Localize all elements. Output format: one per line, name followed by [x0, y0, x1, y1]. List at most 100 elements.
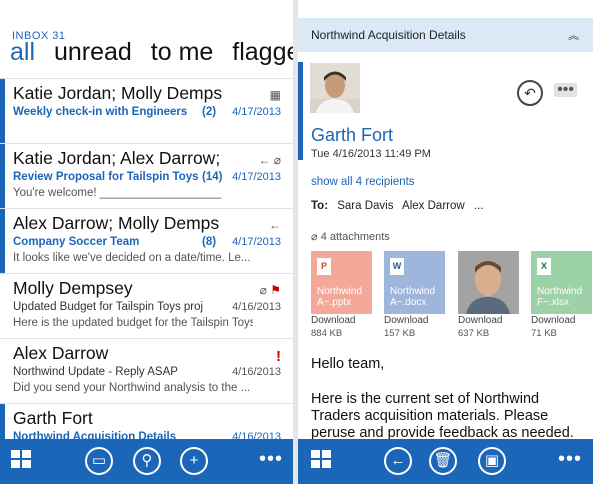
download-link[interactable]: Download — [311, 315, 372, 326]
attachment-size: 884 KB — [311, 328, 343, 339]
download-link[interactable]: Download — [531, 315, 592, 326]
attachment-size: 71 KB — [531, 328, 557, 339]
message-from: Katie Jordan; Molly Demps — [13, 83, 223, 103]
sent-date: Tue 4/16/2013 11:49 PM — [311, 148, 431, 160]
body-paragraph: Here is the current set of Northwind Tra… — [311, 391, 574, 441]
reply-icon: ↶ — [524, 85, 536, 101]
message-date: 4/17/2013 — [232, 171, 281, 183]
high-importance-icon: ! — [276, 348, 281, 365]
pivot-to-me[interactable]: to me — [151, 38, 214, 66]
excel-icon: X — [537, 258, 551, 275]
message-subject: Updated Budget for Tailspin Toys project — [13, 301, 203, 313]
conversation-header[interactable]: Northwind Acquisition Details ︽ — [298, 18, 593, 52]
thread-count: (14) — [202, 171, 223, 183]
delete-button[interactable]: 🗑 — [429, 447, 457, 475]
message-date: 4/17/2013 — [232, 236, 281, 248]
trash-icon: 🗑 — [433, 452, 453, 469]
attachment-tile[interactable]: Download 637 KB — [458, 251, 519, 339]
plus-icon: + — [189, 452, 199, 469]
message-date: 4/16/2013 — [232, 301, 281, 313]
back-arrow-icon: ← — [390, 452, 406, 469]
list-app-bar: ▭ ⚲ + ••• — [0, 439, 293, 484]
message-item[interactable]: Katie Jordan; Molly Demps ▦ Weekly check… — [0, 78, 293, 143]
search-icon: ⚲ — [141, 452, 153, 469]
recipients-line: To: Sara Davis Alex Darrow ... — [311, 200, 489, 212]
tiles-icon[interactable] — [311, 450, 333, 470]
show-all-recipients-link[interactable]: show all 4 recipients — [311, 176, 415, 188]
collapse-chevron-icon[interactable]: ︽ — [568, 27, 579, 43]
message-preview: Did you send your Northwind analysis to … — [13, 382, 251, 394]
folder-button[interactable]: ▭ — [85, 447, 113, 475]
message-from: Garth Fort — [13, 408, 93, 428]
more-options-icon[interactable]: ••• — [259, 449, 283, 469]
attachment-name: Northwind A~.docx — [390, 286, 436, 308]
attachment-thumbnail: W Northwind A~.docx — [384, 251, 445, 314]
message-item[interactable]: Alex Darrow ! Northwind Update - Reply A… — [0, 338, 293, 403]
message-list-pane: INBOX 31 all unread to me flagged Katie … — [0, 0, 293, 484]
more-options-icon[interactable]: ••• — [558, 449, 582, 469]
message-from: Alex Darrow; Molly Demps — [13, 213, 220, 233]
reply-attachment-icon: ← ⌀ — [258, 153, 281, 167]
download-link[interactable]: Download — [458, 315, 519, 326]
message-from: Alex Darrow — [13, 343, 109, 363]
to-label: To: — [311, 200, 329, 212]
message-date: 4/17/2013 — [232, 106, 281, 118]
message-from: Katie Jordan; Alex Darrow; — [13, 148, 221, 168]
message-subject: Weekly check-in with Engineers — [13, 106, 188, 118]
message-list: Katie Jordan; Molly Demps ▦ Weekly check… — [0, 78, 293, 468]
recipient-more[interactable]: ... — [474, 200, 484, 212]
attachment-size: 637 KB — [458, 328, 490, 339]
attachment-photo-thumbnail — [458, 251, 519, 314]
back-button[interactable]: ← — [384, 447, 412, 475]
attachment-flag-icon: ⌀ ⚑ — [259, 283, 281, 297]
message-item[interactable]: Molly Dempsey ⌀ ⚑ Updated Budget for Tai… — [0, 273, 293, 338]
attachment-name: Northwind A~.pptx — [317, 286, 363, 308]
pivot-header: all unread to me flagged — [10, 38, 293, 67]
folder-icon: ▭ — [91, 452, 107, 469]
attachment-thumbnail: P Northwind A~.pptx — [311, 251, 372, 314]
pivot-unread[interactable]: unread — [54, 38, 132, 66]
calendar-icon: ▦ — [269, 88, 281, 102]
pivot-flagged[interactable]: flagged — [232, 38, 293, 66]
powerpoint-icon: P — [317, 258, 331, 275]
avatar — [310, 63, 360, 113]
attachment-size: 157 KB — [384, 328, 416, 339]
reading-app-bar: ← 🗑 ▣ ••• — [298, 439, 593, 484]
reading-pane: Northwind Acquisition Details ︽ ↶ ••• Ga… — [298, 0, 593, 484]
message-subject: Northwind Update - Reply ASAP — [13, 366, 178, 378]
attachment-tile[interactable]: W Northwind A~.docx Download 157 KB — [384, 251, 445, 339]
pivot-all[interactable]: all — [10, 38, 35, 66]
unread-accent-bar — [298, 62, 303, 160]
search-button[interactable]: ⚲ — [133, 447, 161, 475]
message-item[interactable]: Katie Jordan; Alex Darrow; ← ⌀ Review Pr… — [0, 143, 293, 208]
attachments-label: ⌀ 4 attachments — [311, 231, 390, 243]
message-preview: It looks like we've decided on a date/ti… — [13, 252, 251, 264]
recipient[interactable]: Alex Darrow — [402, 200, 465, 212]
recipient[interactable]: Sara Davis — [337, 200, 393, 212]
download-link[interactable]: Download — [384, 315, 445, 326]
reply-button[interactable]: ↶ — [517, 80, 543, 106]
word-icon: W — [390, 258, 404, 275]
message-date: 4/16/2013 — [232, 366, 281, 378]
attachment-icon: ⌀ — [311, 231, 321, 243]
new-mail-button[interactable]: + — [180, 447, 208, 475]
conversation-title: Northwind Acquisition Details — [311, 28, 466, 42]
move-folder-icon: ▣ — [484, 452, 500, 469]
thread-count: (2) — [202, 106, 217, 118]
thread-count: (8) — [202, 236, 217, 248]
attachment-tile[interactable]: X Northwind F~.xlsx Download 71 KB — [531, 251, 592, 339]
message-item[interactable]: Alex Darrow; Molly Demps ← Company Socce… — [0, 208, 293, 273]
message-subject: Review Proposal for Tailspin Toys — [13, 171, 199, 183]
more-options-icon[interactable]: ••• — [554, 82, 577, 98]
attachment-tile[interactable]: P Northwind A~.pptx Download 884 KB — [311, 251, 372, 339]
tiles-icon[interactable] — [11, 450, 33, 470]
reply-icon: ← — [269, 218, 281, 232]
message-subject: Company Soccer Team — [13, 236, 140, 248]
message-preview: You're welcome! ___________________ — [13, 187, 222, 199]
body-paragraph: Hello team, — [311, 356, 385, 372]
move-button[interactable]: ▣ — [478, 447, 506, 475]
message-preview: Here is the updated budget for the Tails… — [13, 317, 253, 329]
attachment-thumbnail: X Northwind F~.xlsx — [531, 251, 592, 314]
sender-name[interactable]: Garth Fort — [311, 125, 393, 146]
attachment-name: Northwind F~.xlsx — [537, 286, 583, 308]
